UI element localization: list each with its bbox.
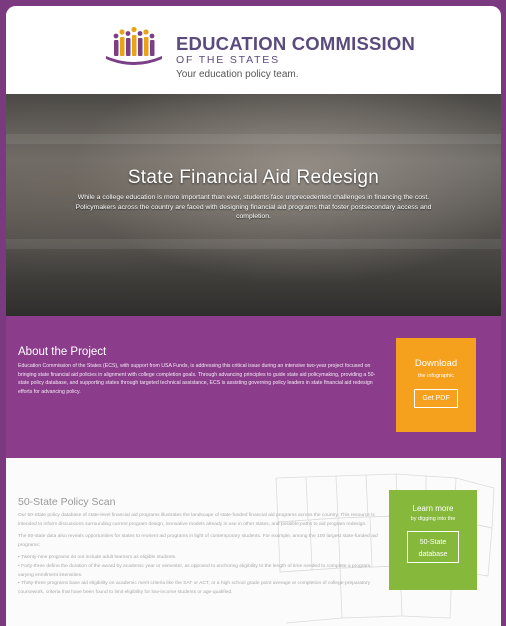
about-title: About the Project <box>18 346 107 358</box>
learn-more-panel: Learn more by digging into the 50-State … <box>389 490 477 590</box>
about-description: Education Commission of the States (ECS)… <box>18 363 376 395</box>
hero-background-shelf <box>6 239 501 249</box>
list-item: Thirty-three programs base aid eligibili… <box>18 580 378 597</box>
list-item: Forty-three define the duration of the a… <box>18 563 378 580</box>
list-item: Twenty-nine programs do not include adul… <box>18 554 378 563</box>
policy-scan-title: 50-State Policy Scan <box>18 496 116 508</box>
ecs-people-logo-icon[interactable] <box>102 26 166 66</box>
hero-banner: State Financial Aid Redesign While a col… <box>6 94 501 316</box>
fifty-state-database-button[interactable]: 50-State database <box>407 531 459 563</box>
policy-scan-section: 50-State Policy Scan Our 50-State policy… <box>6 458 501 626</box>
download-sublabel: the infographic <box>417 373 455 379</box>
org-name: EDUCATION COMMISSION <box>176 33 416 54</box>
site-header: EDUCATION COMMISSION OF THE STATES Your … <box>6 6 501 94</box>
policy-scan-body: Our 50-State policy database of state-le… <box>18 512 378 597</box>
hero-description: While a college education is more import… <box>75 194 432 220</box>
learn-more-sublabel: by digging into the <box>410 516 456 522</box>
hero-background-shelf <box>6 134 501 144</box>
tagline: Your education policy team. <box>176 69 299 80</box>
database-button-line2: database <box>418 550 448 558</box>
download-infographic-panel: Download the infographic Get PDF <box>396 338 476 432</box>
database-button-line1: 50-State <box>419 538 447 546</box>
policy-scan-bullets: Twenty-nine programs do not include adul… <box>18 554 378 597</box>
download-label: Download <box>414 358 458 369</box>
hero-title: State Financial Aid Redesign <box>127 167 380 188</box>
get-pdf-button[interactable]: Get PDF <box>414 389 458 408</box>
about-section: About the Project Education Commission o… <box>6 316 501 458</box>
org-subtitle: OF THE STATES <box>176 54 280 66</box>
policy-scan-paragraph: The 50-state data also reveals opportuni… <box>18 534 378 548</box>
learn-more-label: Learn more <box>412 504 454 513</box>
page-container: EDUCATION COMMISSION OF THE STATES Your … <box>6 6 501 626</box>
policy-scan-intro: Our 50-State policy database of state-le… <box>18 513 375 527</box>
